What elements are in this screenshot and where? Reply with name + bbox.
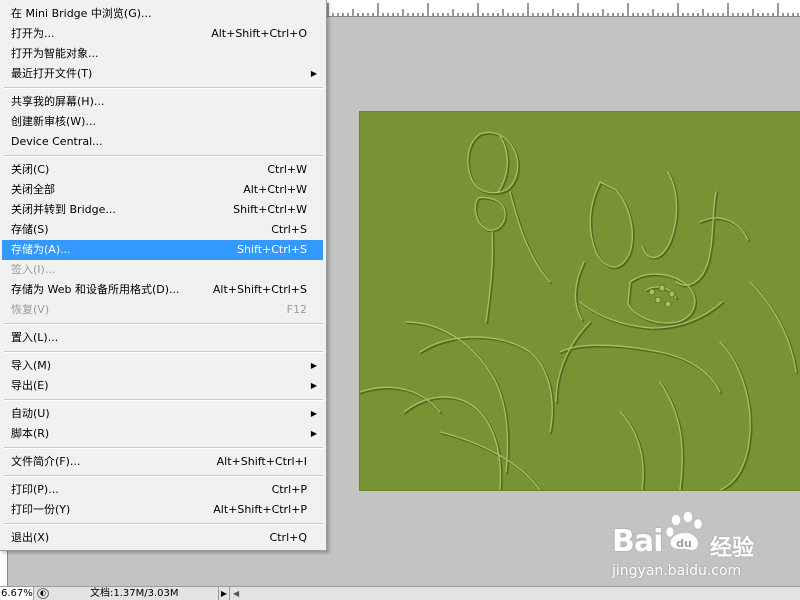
menu-item[interactable]: 最近打开文件(T) ▶ [2, 64, 323, 84]
menu-item-shortcut: Alt+Shift+Ctrl+I [216, 455, 307, 468]
menu-item[interactable]: 在 Mini Bridge 中浏览(G)... [2, 4, 323, 24]
menu-item[interactable]: 打印一份(Y) Alt+Shift+Ctrl+P [2, 500, 323, 520]
document-info: 文档:1.37M/3.03M [90, 588, 179, 599]
menu-item: 恢复(V) F12 [2, 300, 323, 320]
menu-item-label: 置入(L)... [11, 331, 59, 344]
menu-item[interactable]: 共享我的屏幕(H)... [2, 92, 323, 112]
zoom-icon[interactable]: ◐ [37, 588, 49, 599]
watermark-logo-text: Bai [612, 524, 663, 559]
menu-separator [4, 447, 323, 449]
menu-item-shortcut: Alt+Shift+Ctrl+O [211, 27, 307, 40]
menu-item-label: 签入(I)... [11, 263, 56, 276]
menu-separator [4, 87, 323, 89]
submenu-arrow-icon: ▶ [310, 409, 317, 418]
menu-item-label: 恢复(V) [11, 303, 50, 316]
menu-item[interactable]: 脚本(R) ▶ [2, 424, 323, 444]
horizontal-ruler[interactable] [326, 0, 800, 17]
submenu-arrow-icon: ▶ [310, 69, 317, 78]
menu-item-label: 创建新审核(W)... [11, 115, 96, 128]
submenu-arrow-icon: ▶ [310, 381, 317, 390]
baidu-jingyan-watermark: Bai du 经验 jingyan.baidu.com [612, 510, 792, 590]
menu-item[interactable]: 关闭并转到 Bridge... Shift+Ctrl+W [2, 200, 323, 220]
menu-item-label: 打印(P)... [11, 483, 59, 496]
menu-item-label: 在 Mini Bridge 中浏览(G)... [11, 7, 152, 20]
scroll-left-icon[interactable]: ◀ [233, 587, 239, 600]
menu-item-shortcut: Ctrl+S [271, 223, 307, 236]
menu-item-shortcut: Ctrl+P [271, 483, 307, 496]
menu-item-label: 存储(S) [11, 223, 49, 236]
menu-item[interactable]: 存储为 Web 和设备所用格式(D)... Alt+Shift+Ctrl+S [2, 280, 323, 300]
submenu-arrow-icon: ▶ [310, 361, 317, 370]
menu-item[interactable]: 自动(U) ▶ [2, 404, 323, 424]
menu-item[interactable]: 导入(M) ▶ [2, 356, 323, 376]
menu-item-label: 最近打开文件(T) [11, 67, 93, 80]
menu-item-label: 文件简介(F)... [11, 455, 81, 468]
menu-item-shortcut: Shift+Ctrl+S [237, 243, 307, 256]
menu-separator [4, 399, 323, 401]
triangle-right-icon[interactable]: ▶ [218, 587, 230, 600]
menu-item-label: 关闭全部 [11, 183, 55, 196]
menu-item-shortcut: Alt+Shift+Ctrl+P [213, 503, 307, 516]
menu-separator [4, 523, 323, 525]
menu-item-label: 退出(X) [11, 531, 50, 544]
menu-item[interactable]: 置入(L)... [2, 328, 323, 348]
watermark-paw-text: du [676, 537, 692, 550]
menu-item[interactable]: 退出(X) Ctrl+Q [2, 528, 323, 548]
menu-item: 签入(I)... [2, 260, 323, 280]
menu-item-shortcut: Ctrl+Q [269, 531, 307, 544]
menu-item-label: 共享我的屏幕(H)... [11, 95, 105, 108]
baidu-paw-icon: du [665, 511, 703, 551]
menu-item-label: 导入(M) [11, 359, 52, 372]
menu-item-shortcut: Alt+Ctrl+W [243, 183, 307, 196]
menu-item[interactable]: 关闭全部 Alt+Ctrl+W [2, 180, 323, 200]
menu-separator [4, 323, 323, 325]
menu-item[interactable]: Device Central... [2, 132, 323, 152]
menu-item[interactable]: 打印(P)... Ctrl+P [2, 480, 323, 500]
menu-item-shortcut: F12 [286, 303, 307, 316]
menu-item-label: Device Central... [11, 135, 103, 148]
menu-item[interactable]: 存储(S) Ctrl+S [2, 220, 323, 240]
menu-item-shortcut: Ctrl+W [267, 163, 307, 176]
menu-item[interactable]: 打开为智能对象... [2, 44, 323, 64]
menu-item-label: 脚本(R) [11, 427, 50, 440]
submenu-arrow-icon: ▶ [310, 429, 317, 438]
zoom-level-field[interactable]: 6.67% [0, 587, 34, 600]
menu-item[interactable]: 存储为(A)... Shift+Ctrl+S [2, 240, 323, 260]
menu-item-label: 导出(E) [11, 379, 49, 392]
menu-item-label: 自动(U) [11, 407, 50, 420]
embossed-lotus-image [360, 131, 799, 490]
menu-item-label: 关闭并转到 Bridge... [11, 203, 116, 216]
document-canvas[interactable] [360, 112, 800, 490]
file-menu: 在 Mini Bridge 中浏览(G)... 打开为... Alt+Shift+C… [0, 0, 327, 551]
menu-item[interactable]: 打开为... Alt+Shift+Ctrl+O [2, 24, 323, 44]
menu-item-label: 存储为 Web 和设备所用格式(D)... [11, 283, 180, 296]
menu-item-label: 关闭(C) [11, 163, 50, 176]
menu-separator [4, 155, 323, 157]
menu-separator [4, 475, 323, 477]
menu-item-label: 打印一份(Y) [11, 503, 71, 516]
watermark-url: jingyan.baidu.com [612, 563, 742, 579]
menu-item-label: 存储为(A)... [11, 243, 71, 256]
menu-item-shortcut: Shift+Ctrl+W [233, 203, 307, 216]
menu-item-label: 打开为... [11, 27, 55, 40]
menu-item[interactable]: 文件简介(F)... Alt+Shift+Ctrl+I [2, 452, 323, 472]
menu-item[interactable]: 导出(E) ▶ [2, 376, 323, 396]
watermark-cn-text: 经验 [710, 536, 755, 561]
menu-separator [4, 351, 323, 353]
menu-item[interactable]: 创建新审核(W)... [2, 112, 323, 132]
menu-item-label: 打开为智能对象... [11, 47, 99, 60]
menu-item[interactable]: 关闭(C) Ctrl+W [2, 160, 323, 180]
menu-item-shortcut: Alt+Shift+Ctrl+S [212, 283, 307, 296]
